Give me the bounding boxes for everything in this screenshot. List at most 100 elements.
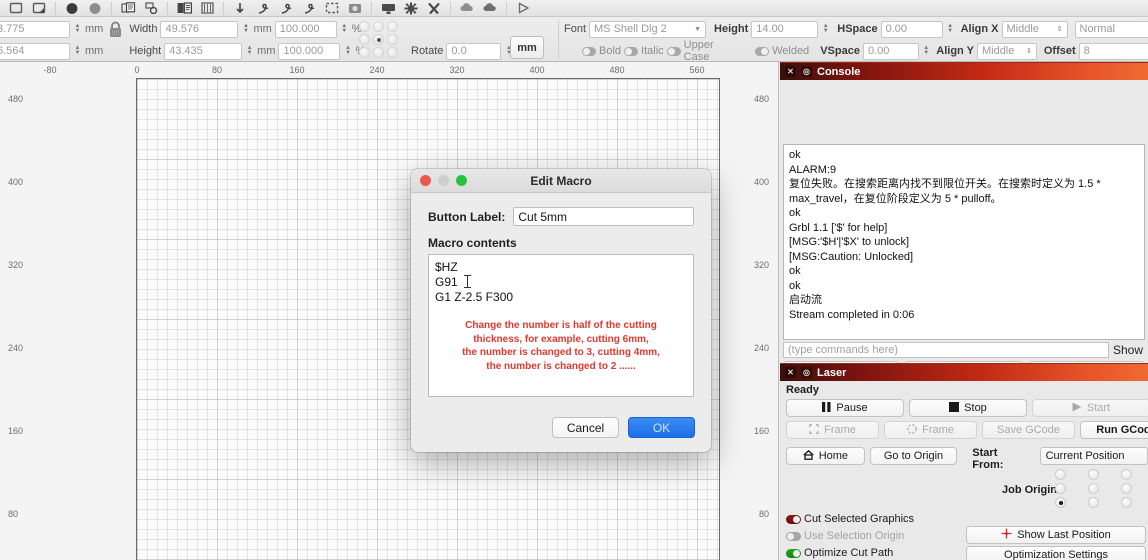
anchor-middle-left[interactable]: [359, 34, 370, 45]
width-field[interactable]: 49.576: [160, 20, 239, 38]
home-button[interactable]: Home: [786, 447, 865, 465]
ellipse-gray-icon[interactable]: [85, 1, 105, 16]
dialog-titlebar[interactable]: Edit Macro: [411, 169, 711, 193]
save-gcode-button[interactable]: Save GCode: [982, 421, 1075, 439]
show-button[interactable]: Show: [1113, 343, 1145, 357]
job-origin-bottom-left[interactable]: [1055, 497, 1066, 508]
console-command-row[interactable]: (type commands here) Show: [783, 342, 1145, 358]
property-bar[interactable]: 3.775 ▲ ▼ mm Width 49.576 ▲ ▼ mm 100.000 ▲…: [0, 16, 1148, 63]
hspace-field[interactable]: 0.00: [880, 20, 943, 38]
play-icon[interactable]: [513, 1, 533, 16]
bold-checkbox[interactable]: Bold: [582, 45, 621, 57]
align-x-select[interactable]: Middle ⇕: [1001, 20, 1068, 38]
device-icon[interactable]: [424, 1, 444, 16]
style-normal-field[interactable]: Normal: [1074, 20, 1148, 38]
cloud-icon[interactable]: [457, 1, 477, 16]
boolean-union-icon[interactable]: [230, 1, 250, 16]
laser-transport-row[interactable]: Pause Stop Start: [786, 399, 1148, 417]
hspace-stepper[interactable]: ▲ ▼: [946, 21, 955, 38]
frame-round-button[interactable]: Frame: [884, 421, 977, 439]
run-gcode-button[interactable]: Run GCode: [1080, 421, 1148, 439]
anchor-bottom-right[interactable]: [387, 47, 398, 58]
anchor-middle-center[interactable]: [373, 34, 384, 45]
start-button[interactable]: Start: [1032, 399, 1148, 417]
job-origin-bottom-right[interactable]: [1121, 497, 1132, 508]
anchor-bottom-left[interactable]: [359, 47, 370, 58]
ellipse-filled-icon[interactable]: [62, 1, 82, 16]
node-edit-3-icon[interactable]: [299, 1, 319, 16]
select-region-icon[interactable]: [322, 1, 342, 16]
laser-frame-row[interactable]: Frame Frame Save GCode Run GCode: [786, 421, 1148, 439]
height-percent-stepper[interactable]: ▲ ▼: [343, 43, 352, 60]
image-trace-icon[interactable]: [345, 1, 365, 16]
job-origin-selector[interactable]: [1055, 469, 1148, 511]
job-origin-middle-center[interactable]: [1088, 483, 1099, 494]
offset-field[interactable]: 8: [1078, 42, 1148, 60]
unit-toggle-button[interactable]: mm: [510, 36, 544, 59]
close-icon[interactable]: ✕: [785, 367, 796, 378]
copy-icon[interactable]: [118, 1, 138, 16]
cloud-filled-icon[interactable]: [480, 1, 500, 16]
edit-macro-dialog[interactable]: Edit Macro Button Label: Cut 5mm Macro c…: [411, 169, 711, 452]
optimization-settings-button[interactable]: Optimization Settings: [966, 546, 1146, 560]
height-stepper[interactable]: ▲ ▼: [245, 43, 254, 60]
vspace-stepper[interactable]: ▲ ▼: [922, 43, 930, 60]
settings-gear-icon[interactable]: [401, 1, 421, 16]
main-toolbar[interactable]: [0, 0, 1148, 17]
console-panel-titlebar[interactable]: ✕ ◎ Console: [780, 62, 1148, 80]
float-icon[interactable]: ◎: [801, 66, 812, 77]
font-height-stepper[interactable]: ▲ ▼: [821, 21, 830, 38]
width-percent-stepper[interactable]: ▲ ▼: [340, 21, 349, 38]
macro-contents-textarea[interactable]: $HZ G91 G1 Z-2.5 F300 Change the number …: [428, 254, 694, 397]
minimize-button[interactable]: [438, 175, 449, 186]
anchor-top-center[interactable]: [373, 21, 384, 32]
button-label-input[interactable]: Cut 5mm: [513, 207, 694, 226]
pause-button[interactable]: Pause: [786, 399, 904, 417]
start-from-select[interactable]: Current Position: [1039, 447, 1148, 465]
anchor-middle-right[interactable]: [387, 34, 398, 45]
align-y-select[interactable]: Middle ⇕: [976, 42, 1037, 60]
text-block-icon[interactable]: [174, 1, 194, 16]
job-origin-middle-left[interactable]: [1055, 483, 1066, 494]
console-log[interactable]: ok ALARM:9 复位失败。在搜索距离内找不到限位开关。在搜索时定义为 1.…: [783, 144, 1145, 340]
y-stepper[interactable]: ▲ ▼: [73, 43, 82, 60]
height-percent-field[interactable]: 100.000: [278, 42, 341, 60]
paste-icon[interactable]: [141, 1, 161, 16]
upper-case-checkbox[interactable]: Upper Case: [666, 39, 734, 63]
optimize-cut-path-option[interactable]: Optimize Cut Path: [786, 547, 893, 559]
job-origin-top-right[interactable]: [1121, 469, 1132, 480]
job-origin-top-center[interactable]: [1088, 469, 1099, 480]
font-height-field[interactable]: 14.00: [751, 20, 819, 38]
close-button[interactable]: [420, 175, 431, 186]
use-selection-origin-option[interactable]: Use Selection Origin: [786, 530, 904, 542]
float-icon[interactable]: ◎: [801, 367, 812, 378]
x-position-field[interactable]: 3.775: [0, 20, 70, 38]
cancel-button[interactable]: Cancel: [552, 417, 619, 438]
job-origin-bottom-center[interactable]: [1088, 497, 1099, 508]
x-stepper[interactable]: ▲ ▼: [73, 21, 82, 38]
anchor-top-right[interactable]: [387, 21, 398, 32]
anchor-top-left[interactable]: [359, 21, 370, 32]
console-command-input[interactable]: (type commands here): [783, 342, 1109, 358]
cut-selected-graphics-option[interactable]: Cut Selected Graphics: [786, 513, 914, 525]
rectangle-tool-icon[interactable]: [6, 1, 26, 16]
print-preview-icon[interactable]: [378, 1, 398, 16]
width-percent-field[interactable]: 100.000: [274, 20, 337, 38]
font-family-select[interactable]: MS Shell Dlg 2 ▼: [589, 20, 707, 38]
italic-checkbox[interactable]: Italic: [624, 45, 664, 57]
lock-icon[interactable]: [106, 16, 124, 42]
laser-home-row[interactable]: Home Go to Origin Start From: Current Po…: [786, 447, 1148, 471]
job-origin-top-left[interactable]: [1055, 469, 1066, 480]
frame-square-button[interactable]: Frame: [786, 421, 879, 439]
show-last-position-button[interactable]: Show Last Position: [966, 526, 1146, 544]
node-edit-icon[interactable]: [253, 1, 273, 16]
close-icon[interactable]: ✕: [785, 66, 796, 77]
grid-icon[interactable]: [197, 1, 217, 16]
dialog-footer[interactable]: Cancel OK: [552, 417, 695, 438]
anchor-point-selector[interactable]: [359, 21, 401, 60]
anchor-bottom-center[interactable]: [373, 47, 384, 58]
job-origin-middle-right[interactable]: [1121, 483, 1132, 494]
welded-checkbox[interactable]: Welded: [755, 45, 809, 57]
stop-button[interactable]: Stop: [909, 399, 1027, 417]
node-edit-2-icon[interactable]: [276, 1, 296, 16]
